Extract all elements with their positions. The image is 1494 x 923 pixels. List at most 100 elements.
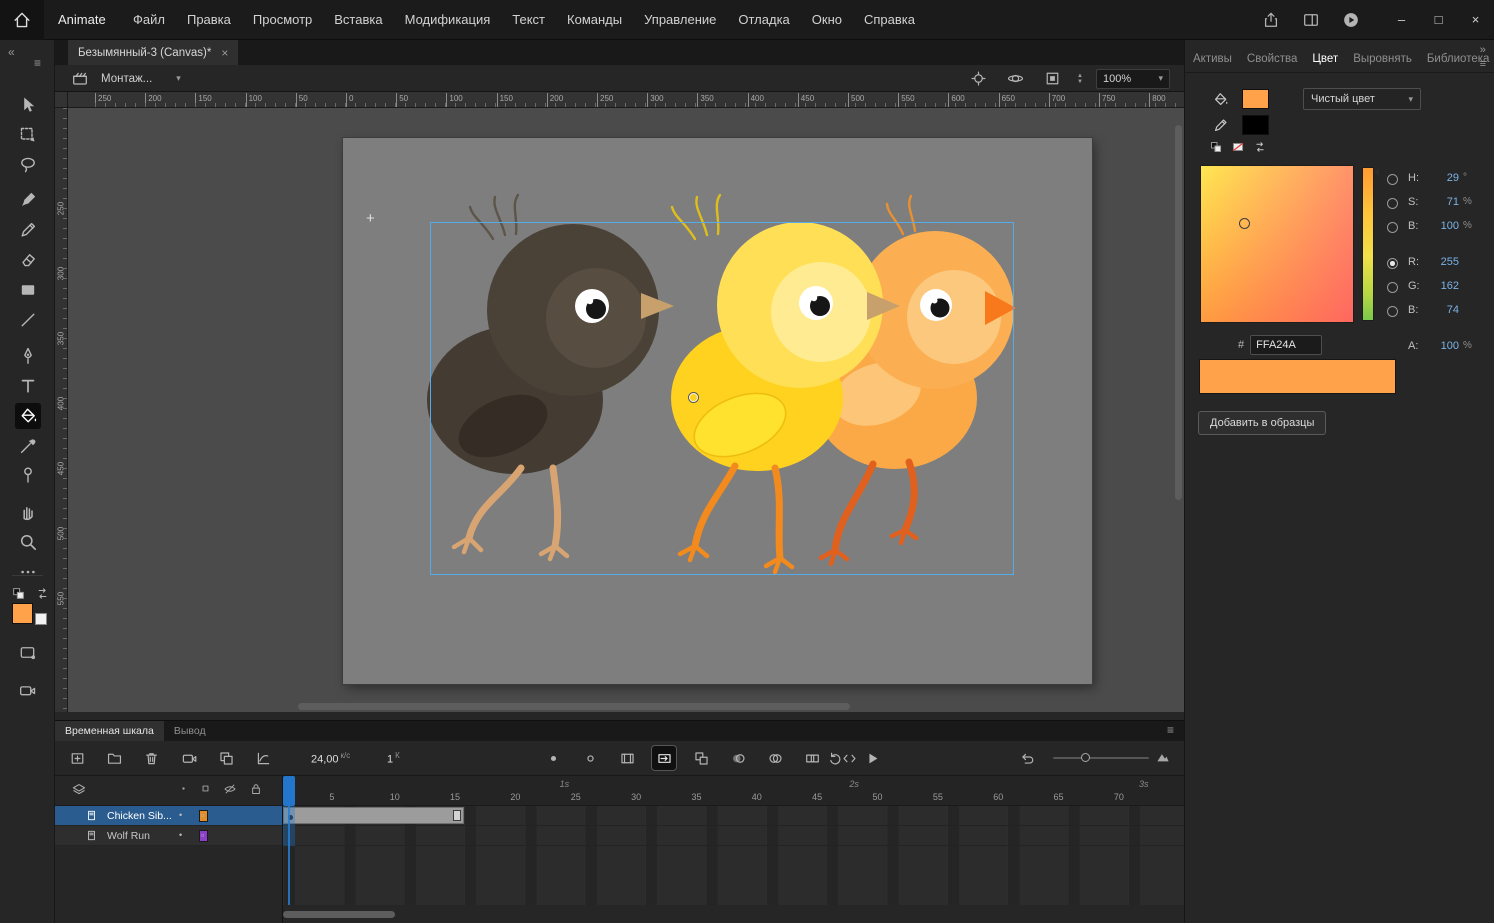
fill-bucket-icon[interactable] [1212, 91, 1229, 108]
eraser-tool[interactable] [15, 247, 41, 273]
menu-item[interactable]: Просмотр [242, 0, 323, 40]
timeline-zoom-fit-icon[interactable] [1155, 749, 1171, 765]
color-field-radio[interactable] [1387, 222, 1398, 233]
scrollbar-thumb[interactable] [283, 911, 395, 918]
color-type-selector[interactable]: Чистый цвет ▾ [1303, 88, 1421, 110]
frame-ruler[interactable]: 1s 2s 3s 5 10 15 20 25 30 35 40 45 50 55 60 65 70 [283, 776, 1184, 806]
workspace-layout-button[interactable] [1299, 8, 1323, 32]
color-field-radio[interactable] [1387, 282, 1398, 293]
current-frame-indicator[interactable]: 1К [387, 751, 400, 766]
asset-warp-tool[interactable] [15, 462, 41, 488]
play-button[interactable] [860, 746, 884, 770]
more-tools-tool[interactable] [15, 559, 41, 585]
color-field-radio[interactable] [1387, 258, 1398, 269]
insert-blank-keyframe-button[interactable] [578, 746, 602, 770]
minimize-button[interactable]: – [1383, 0, 1420, 40]
color-field-value[interactable]: 29 [1427, 172, 1459, 184]
timeline-tab[interactable]: Вывод [164, 721, 216, 741]
swap-colors-icon[interactable] [1253, 140, 1267, 154]
panel-tab-0[interactable]: Активы [1193, 53, 1232, 65]
canvas-viewport[interactable]: + [68, 108, 1184, 712]
playhead[interactable] [283, 776, 295, 806]
menu-item[interactable]: Текст [501, 0, 556, 40]
hand-tool[interactable] [15, 499, 41, 525]
scene-selector[interactable]: Монтаж... ▾ [101, 68, 181, 89]
step-back-button[interactable] [1015, 746, 1039, 770]
hide-all-icon[interactable] [223, 782, 237, 796]
insert-keyframe-button[interactable] [541, 746, 565, 770]
toolbar-menu-icon[interactable]: ≡ [34, 56, 41, 70]
no-color-icon[interactable] [1231, 140, 1245, 154]
panel-tab-2[interactable]: Цвет [1312, 53, 1338, 65]
fill-color-swatch[interactable] [1242, 89, 1269, 109]
menu-item[interactable]: Файл [122, 0, 176, 40]
delete-layer-button[interactable] [139, 746, 163, 770]
menu-item[interactable]: Окно [801, 0, 853, 40]
layer-outline-dot[interactable]: ▫ [201, 810, 204, 820]
show-all-column-icon[interactable] [177, 782, 190, 795]
fluid-brush-tool[interactable] [15, 187, 41, 213]
onion-skin-outlines-button[interactable] [763, 746, 787, 770]
loop-playback-button[interactable] [823, 746, 847, 770]
hex-input[interactable] [1250, 335, 1323, 355]
add-to-swatches-button[interactable]: Добавить в образцы [1198, 411, 1327, 435]
create-motion-tween-button[interactable] [652, 746, 676, 770]
tab-close-icon[interactable]: × [221, 46, 228, 60]
timeline-tab[interactable]: Временная шкала [55, 721, 164, 741]
horizontal-scrollbar[interactable] [68, 703, 1176, 710]
scrollbar-thumb[interactable] [298, 703, 850, 710]
vertical-ruler[interactable]: 250 300 350 400 450 500 550 [55, 108, 68, 712]
add-camera-button[interactable] [177, 746, 201, 770]
panel-menu-icon[interactable]: ≡ [1167, 723, 1174, 737]
frame-span[interactable] [283, 807, 465, 824]
publish-preview-button[interactable] [1339, 8, 1363, 32]
color-field-radio[interactable] [1387, 306, 1398, 317]
timeline-scrollbar[interactable] [283, 911, 1176, 919]
text-tool[interactable] [15, 373, 41, 399]
menu-item[interactable]: Вставка [323, 0, 393, 40]
rectangle-tool[interactable] [15, 277, 41, 303]
layer-row[interactable]: Wolf Run • ▫ [55, 826, 282, 846]
color-field-radio[interactable] [1387, 198, 1398, 209]
color-field-value[interactable]: 100 [1427, 340, 1459, 352]
frames-grid[interactable] [283, 806, 1184, 905]
panel-tab-1[interactable]: Свойства [1247, 53, 1298, 65]
color-field-value[interactable]: 162 [1427, 280, 1459, 292]
color-field-value[interactable]: 74 [1427, 304, 1459, 316]
insert-frame-button[interactable] [65, 746, 89, 770]
layer-frames-row[interactable] [283, 806, 1184, 826]
layer-visibility-dot[interactable]: • [179, 830, 182, 840]
transform-point[interactable] [689, 393, 698, 402]
frame-options-button[interactable] [689, 746, 713, 770]
layer-outline-dot[interactable]: ▫ [201, 830, 204, 840]
edit-multiple-frames-button[interactable] [800, 746, 824, 770]
menu-item[interactable]: Модификация [394, 0, 502, 40]
paint-bucket-tool[interactable] [15, 403, 41, 429]
menu-item[interactable]: Правка [176, 0, 242, 40]
new-folder-button[interactable] [102, 746, 126, 770]
home-button[interactable] [0, 0, 44, 40]
graph-editor-button[interactable] [251, 746, 275, 770]
panel-tab-3[interactable]: Выровнять [1353, 53, 1412, 65]
lock-all-icon[interactable] [249, 782, 263, 796]
eyedropper-tool[interactable] [15, 433, 41, 459]
color-field-value[interactable]: 71 [1427, 196, 1459, 208]
outline-column-icon[interactable] [199, 782, 212, 795]
zoom-tool[interactable] [15, 529, 41, 555]
clip-to-stage-button[interactable] [1040, 67, 1064, 91]
color-field-radio[interactable] [1387, 174, 1398, 185]
stroke-pencil-icon[interactable] [1212, 117, 1229, 134]
color-field-value[interactable]: 100 [1427, 220, 1459, 232]
onion-skin-button[interactable] [726, 746, 750, 770]
menu-item[interactable]: Управление [633, 0, 727, 40]
stage[interactable] [343, 138, 1092, 684]
frame-stepper[interactable]: ▲ ▼ [1077, 73, 1083, 85]
line-tool[interactable] [15, 307, 41, 333]
hue-slider[interactable] [1363, 168, 1373, 320]
center-stage-button[interactable] [966, 67, 990, 91]
saturation-brightness-picker[interactable] [1201, 166, 1353, 322]
fps-indicator[interactable]: 24,00 к/с [311, 751, 350, 766]
timeline-zoom-slider[interactable] [1053, 753, 1149, 762]
lasso-tool[interactable] [15, 152, 41, 178]
object-drawing-mode-button[interactable] [13, 640, 41, 664]
